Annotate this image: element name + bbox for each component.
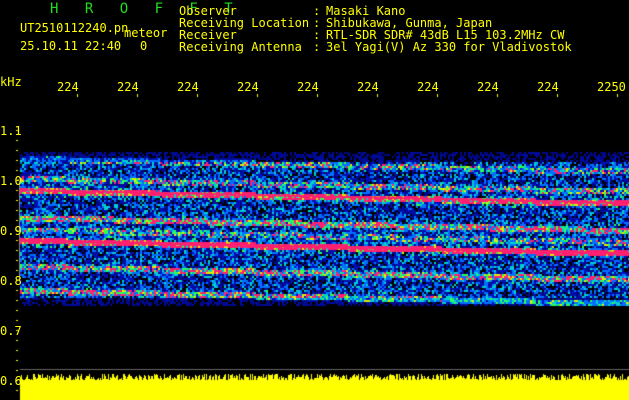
colon: : [313, 40, 321, 54]
y-tick-label: 0.9 [0, 224, 22, 238]
x-tick-label: 2244 [237, 80, 259, 94]
x-tick-label: 2249 [537, 80, 559, 94]
mode-label: meteor [124, 26, 168, 40]
filename: UT2510112240.pn [20, 21, 129, 35]
x-tick-label: 2241 [57, 80, 79, 94]
y-unit-label: kHz [0, 75, 22, 89]
x-tick-label: 2245 [297, 80, 319, 94]
antenna-value: 3el Yagi(V) Az 330 for Vladivostok [326, 40, 572, 54]
x-tick-label: 2242 [117, 80, 139, 94]
y-tick-label: 1.0 [0, 174, 22, 188]
y-tick-label: 0.7 [0, 324, 22, 338]
datetime: 25.10.11 22:40 [20, 39, 122, 53]
spectrogram [0, 0, 629, 400]
x-tick-label: 2250 [597, 80, 626, 94]
x-tick-label: 2247 [417, 80, 439, 94]
x-tick-label: 2243 [177, 80, 199, 94]
y-tick-label: 1.1 [0, 124, 22, 138]
antenna-label: Receiving Antenna [179, 40, 302, 54]
y-tick-label: 0.6 [0, 374, 22, 388]
y-tick-label: 0.8 [0, 274, 22, 288]
x-tick-label: 2246 [357, 80, 379, 94]
count: 0 [140, 39, 148, 53]
x-tick-label: 2248 [477, 80, 499, 94]
